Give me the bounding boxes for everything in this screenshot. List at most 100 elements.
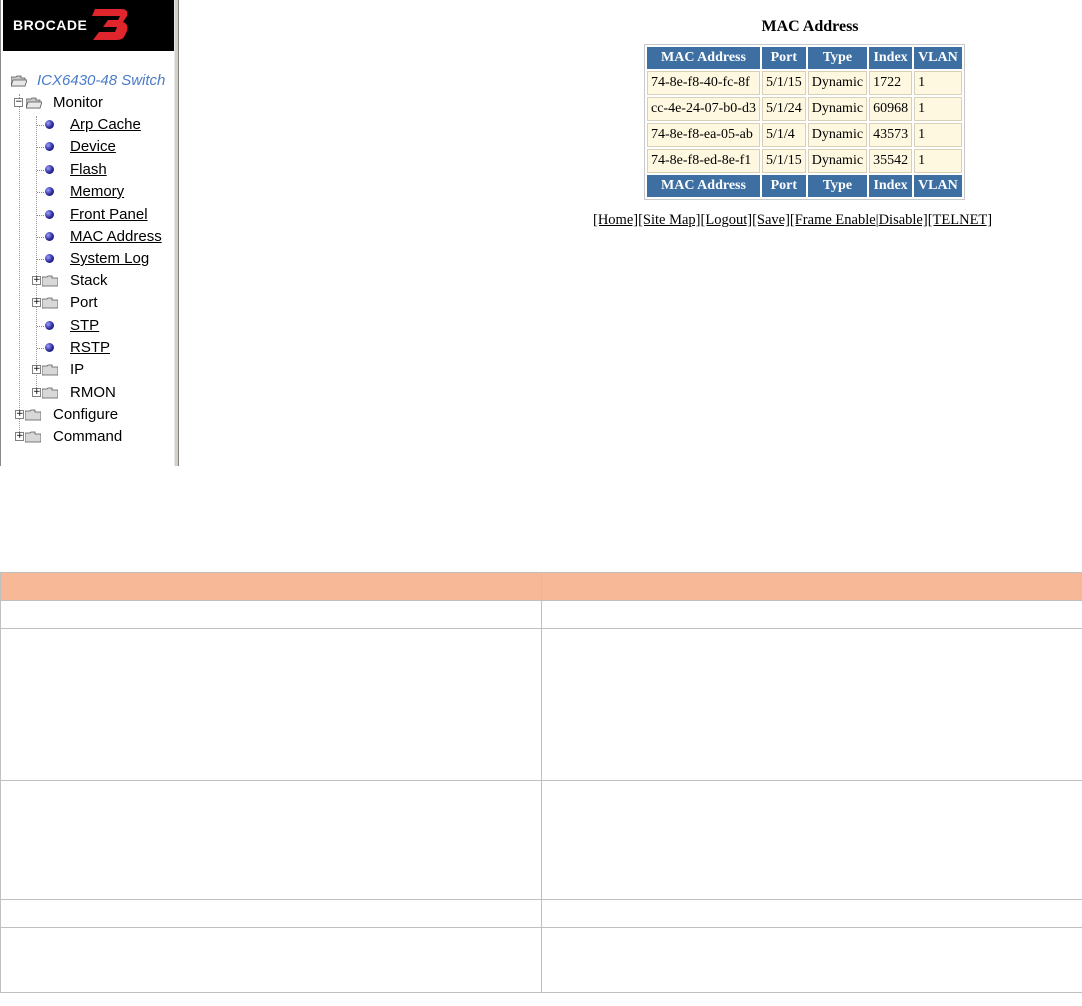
logo-text: BROCADE (13, 17, 88, 33)
doc-cell (0, 927, 542, 993)
port-cell: 5/1/24 (761, 97, 806, 121)
expand-icon[interactable]: + (32, 298, 41, 307)
index-cell: 43573 (869, 123, 913, 147)
open-folder-icon (11, 75, 27, 87)
doc-cell (0, 899, 542, 928)
column-header: Index (869, 175, 913, 197)
doc-cell (0, 600, 542, 629)
tree-link-label[interactable]: Device (70, 136, 116, 158)
bullet-icon (45, 187, 54, 196)
tree-link-label[interactable]: Memory (70, 181, 124, 203)
expand-icon[interactable]: + (32, 365, 41, 374)
doc-table-row (0, 628, 1082, 781)
doc-cell (541, 600, 1082, 629)
doc-cell (541, 899, 1082, 928)
brocade-logo: BROCADE (3, 0, 174, 51)
type-cell: Dynamic (807, 123, 868, 147)
expand-icon[interactable]: + (32, 388, 41, 397)
home-link[interactable]: [Home] (593, 212, 638, 228)
tree-link-label[interactable]: Arp Cache (70, 114, 141, 136)
bullet-icon (45, 165, 54, 174)
mac-address-table: MAC Address Port Type Index VLAN 74-8e-f… (644, 44, 965, 200)
tree-link-label[interactable]: MAC Address (70, 226, 162, 248)
doc-header-cell (541, 572, 1082, 601)
column-header: VLAN (914, 175, 962, 197)
bullet-icon (45, 343, 54, 352)
frame-splitter[interactable] (174, 0, 179, 466)
folder-icon (42, 387, 58, 399)
doc-table-header (0, 572, 1082, 601)
logout-link[interactable]: [Logout] (701, 212, 753, 228)
mac-cell: 74-8e-f8-ed-8e-f1 (647, 149, 760, 173)
frame-enable-link[interactable]: [Frame Enable (790, 212, 876, 228)
mac-cell: 74-8e-f8-ea-05-ab (647, 123, 760, 147)
table-row: 74-8e-f8-40-fc-8f 5/1/15 Dynamic 1722 1 (647, 71, 962, 95)
site-map-link[interactable]: [Site Map] (638, 212, 700, 228)
expand-icon[interactable]: + (15, 410, 24, 419)
port-cell: 5/1/4 (761, 123, 806, 147)
bullet-icon (45, 254, 54, 263)
column-header: VLAN (914, 47, 962, 69)
mac-cell: cc-4e-24-07-b0-d3 (647, 97, 760, 121)
vlan-cell: 1 (914, 71, 962, 95)
open-folder-icon (26, 97, 42, 109)
page-title: MAC Address (761, 18, 859, 35)
doc-cell (0, 628, 542, 781)
frame-disable-link[interactable]: Disable] (879, 212, 928, 228)
column-header: Type (807, 175, 868, 197)
tree-root-label: ICX6430-48 Switch (37, 72, 166, 89)
tree-item-label: IP (70, 361, 85, 378)
index-cell: 1722 (869, 71, 913, 95)
type-cell: Dynamic (807, 149, 868, 173)
table-footer-row: MAC Address Port Type Index VLAN (647, 175, 962, 197)
port-cell: 5/1/15 (761, 71, 806, 95)
doc-header-cell (0, 572, 542, 601)
tree-link-label[interactable]: System Log (70, 248, 149, 270)
save-link[interactable]: [Save] (752, 212, 790, 228)
bullet-icon (45, 321, 54, 330)
port-cell: 5/1/15 (761, 149, 806, 173)
table-row: cc-4e-24-07-b0-d3 5/1/24 Dynamic 60968 1 (647, 97, 962, 121)
column-header: Index (869, 47, 913, 69)
column-header: Port (761, 47, 806, 69)
column-header: MAC Address (647, 47, 760, 69)
browser-screenshot: BROCADE ICX6430-48 Switch − Monitor Arp … (0, 0, 1082, 466)
table-header-row: MAC Address Port Type Index VLAN (647, 47, 962, 69)
doc-table-row (0, 780, 1082, 900)
table-row: 74-8e-f8-ea-05-ab 5/1/4 Dynamic 43573 1 (647, 123, 962, 147)
bullet-icon (45, 120, 54, 129)
tree-item-label: Stack (70, 272, 108, 289)
vlan-cell: 1 (914, 149, 962, 173)
column-header: MAC Address (647, 175, 760, 197)
folder-icon (42, 297, 58, 309)
tree-item-label: Monitor (53, 94, 104, 111)
type-cell: Dynamic (807, 71, 868, 95)
tree-link-label[interactable]: Front Panel (70, 204, 148, 226)
folder-icon (25, 409, 41, 421)
table-row: 74-8e-f8-ed-8e-f1 5/1/15 Dynamic 35542 1 (647, 149, 962, 173)
vlan-cell: 1 (914, 123, 962, 147)
bullet-icon (45, 142, 54, 151)
tree-item-label: Command (53, 428, 123, 445)
index-cell: 60968 (869, 97, 913, 121)
doc-table-row (0, 927, 1082, 993)
tree-link-label[interactable]: RSTP (70, 337, 110, 359)
tree-link-label[interactable]: Flash (70, 159, 107, 181)
doc-cell (541, 927, 1082, 993)
doc-cell (541, 780, 1082, 900)
type-cell: Dynamic (807, 97, 868, 121)
folder-icon (42, 364, 58, 376)
vlan-cell: 1 (914, 97, 962, 121)
expand-icon[interactable]: + (32, 276, 41, 285)
bullet-icon (45, 210, 54, 219)
bullet-icon (45, 232, 54, 241)
collapse-icon[interactable]: − (14, 98, 23, 107)
page-links-bar: [Home][Site Map][Logout][Save][Frame Ena… (593, 212, 992, 229)
expand-icon[interactable]: + (15, 432, 24, 441)
folder-icon (25, 431, 41, 443)
doc-cell (541, 628, 1082, 781)
tree-link-label[interactable]: STP (70, 315, 99, 337)
telnet-link[interactable]: [TELNET] (928, 212, 992, 228)
doc-table-row (0, 600, 1082, 629)
column-header: Port (761, 175, 806, 197)
